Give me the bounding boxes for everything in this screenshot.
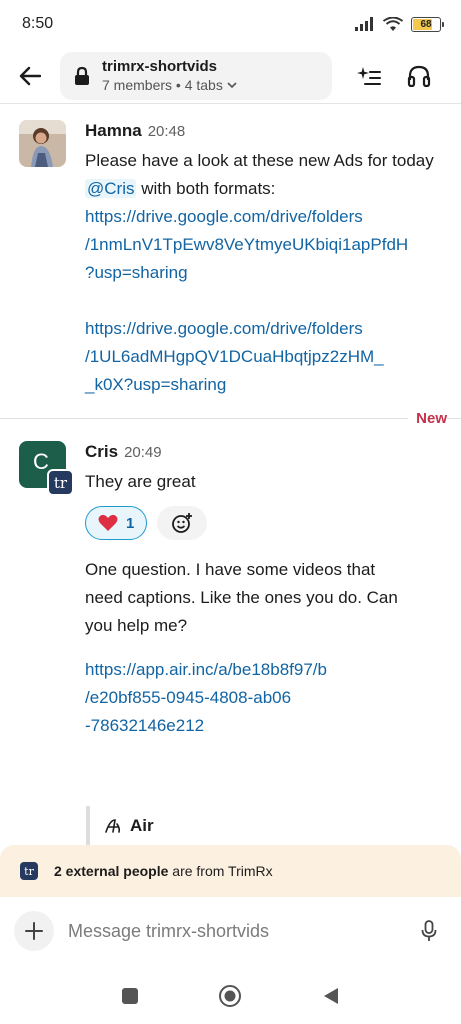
new-messages-divider: [0, 418, 461, 419]
huddle-button[interactable]: [394, 48, 444, 104]
channel-info-button[interactable]: trimrx-shortvids 7 members • 4 tabs: [60, 51, 332, 100]
text-line: you help me?: [85, 616, 188, 635]
mention-cris[interactable]: @Cris: [85, 179, 137, 198]
add-reaction-button[interactable]: [157, 506, 208, 540]
link-line: ?usp=sharing: [85, 263, 188, 282]
link-preview[interactable]: Air: [86, 806, 154, 846]
message-input[interactable]: [54, 920, 411, 942]
status-time: 8:50: [22, 15, 54, 32]
link-line: _k0X?usp=sharing: [85, 375, 227, 394]
channel-meta: 7 members • 4 tabs: [102, 77, 237, 93]
message-hamna[interactable]: Hamna 20:48 Please have a look at these n…: [0, 120, 461, 400]
air-link[interactable]: https://app.air.inc/a/be18b8f97/b /e20bf…: [85, 656, 447, 740]
message-header: Hamna 20:48: [85, 120, 447, 143]
timestamp: 20:49: [124, 444, 162, 461]
message-text-end: with both formats:: [141, 179, 276, 198]
org-badge: tr: [20, 862, 38, 880]
drive-link-1[interactable]: https://drive.google.com/drive/folders /…: [85, 203, 447, 287]
text-line: One question. I have some videos that: [85, 560, 376, 579]
sender-name[interactable]: Hamna: [85, 121, 142, 140]
avatar[interactable]: [19, 120, 66, 167]
home-button[interactable]: [218, 984, 242, 1008]
system-nav-bar: [0, 968, 461, 1024]
arrow-left-icon: [19, 66, 41, 85]
timestamp: 20:48: [147, 123, 186, 140]
external-org: are from TrimRx: [172, 863, 273, 879]
status-bar: 8:50 68: [0, 0, 461, 48]
battery-icon: 68: [411, 16, 444, 32]
voice-button[interactable]: [411, 911, 447, 951]
channel-name: trimrx-shortvids: [102, 58, 218, 75]
chevron-down-icon: [227, 81, 237, 88]
link-line: https://app.air.inc/a/be18b8f97/b: [85, 660, 327, 679]
headphones-icon: [407, 65, 431, 87]
org-badge: tr: [47, 469, 74, 496]
external-people-text: 2 external people are from TrimRx: [54, 863, 273, 879]
avatar[interactable]: C tr: [19, 441, 74, 496]
user-photo-icon: [19, 120, 66, 167]
reaction-count: 1: [126, 514, 135, 532]
sender-name[interactable]: Cris: [85, 442, 118, 461]
link-line: /e20bf855-0945-4808-ab06: [85, 688, 292, 707]
message-text: Please have a look at these new Ads for …: [85, 147, 447, 203]
heart-reaction[interactable]: 1: [85, 506, 148, 540]
link-line: /1nmLnV1TpEwv8VeYtmyeUKbiqi1apPfdH: [85, 235, 409, 254]
back-button[interactable]: [0, 48, 60, 104]
link-line: -78632146e212: [85, 716, 205, 735]
recents-button[interactable]: [121, 988, 138, 1004]
channel-meta-text: 7 members • 4 tabs: [102, 77, 223, 93]
signal-icon: [355, 17, 373, 31]
external-people-banner[interactable]: tr 2 external people are from TrimRx: [0, 845, 461, 897]
message-cris[interactable]: C tr Cris 20:49 They are great 1 One que…: [0, 441, 461, 841]
message-text: They are great: [85, 472, 196, 491]
heart-icon: [98, 514, 118, 531]
message-text-start: Please have a look at these new Ads for …: [85, 151, 434, 170]
sparkle-list-icon: [357, 66, 381, 85]
air-logo-icon: [105, 819, 121, 833]
avatar-letter: C: [33, 449, 49, 474]
status-icons: 68: [355, 16, 444, 32]
message-composer: [0, 897, 461, 965]
text-line: need captions. Like the ones you do. Can: [85, 588, 398, 607]
add-emoji-icon: [172, 513, 193, 533]
channel-header: trimrx-shortvids 7 members • 4 tabs: [0, 48, 461, 104]
link-line: https://drive.google.com/drive/folders: [85, 319, 363, 338]
wifi-icon: [383, 16, 403, 31]
battery-level: 68: [420, 18, 432, 30]
plus-icon: [25, 922, 43, 940]
channel-summary-button[interactable]: [344, 48, 394, 104]
back-nav-button[interactable]: [322, 986, 340, 1006]
new-messages-label: New: [408, 410, 447, 427]
lock-icon: [75, 66, 89, 85]
link-line: /1UL6adMHgpQV1DCuaHbqtjpz2zHM_: [85, 347, 384, 366]
reactions: 1: [85, 506, 447, 540]
link-line: https://drive.google.com/drive/folders: [85, 207, 363, 226]
drive-link-2[interactable]: https://drive.google.com/drive/folders /…: [85, 315, 447, 399]
attach-button[interactable]: [14, 911, 54, 951]
message-header: Cris 20:49: [85, 441, 447, 464]
microphone-icon: [421, 920, 437, 941]
link-preview-title: Air: [130, 816, 154, 835]
external-count: 2 external people: [54, 863, 169, 879]
message-text-2: One question. I have some videos that ne…: [85, 556, 447, 640]
